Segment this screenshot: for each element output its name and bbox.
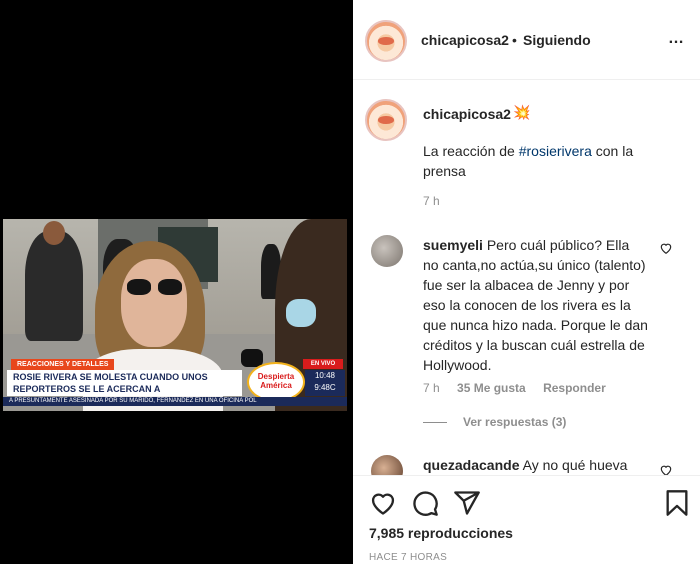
caption-text-before: La reacción de [423, 143, 519, 159]
post-actions-bar: 7,985 reproducciones HACE 7 HORAS [353, 475, 700, 564]
caption-timestamp[interactable]: 7 h [423, 194, 440, 208]
header-username[interactable]: chicapicosa2 [421, 32, 509, 48]
video-bystander [25, 231, 83, 341]
video-subject-sunglasses [127, 279, 183, 295]
video-subject-face [121, 259, 187, 347]
hashtag-link[interactable]: #rosierivera [519, 143, 592, 159]
comment-text: quezadacande Ay no qué hueva [423, 457, 627, 473]
video-player[interactable]: REACCIONES Y DETALLES ROSIE RIVERA SE MO… [3, 219, 347, 411]
chyron-headline: ROSIE RIVERA SE MOLESTA CUANDO UNOS REPO… [7, 370, 242, 406]
caption-emoji: 💥 [513, 104, 531, 120]
view-count[interactable]: 7,985 reproducciones [369, 525, 513, 541]
like-comment-heart-icon[interactable] [659, 241, 673, 255]
comment-icon[interactable] [411, 489, 439, 517]
comment-body: Ay no qué hueva [522, 457, 628, 473]
video-pane[interactable]: REACCIONES Y DETALLES ROSIE RIVERA SE MO… [0, 0, 353, 564]
caption-text: La reacción de #rosierivera con la prens… [423, 141, 663, 181]
chyron-time-secondary: 9:48C [314, 383, 336, 392]
live-badge: EN VIVO [303, 359, 343, 369]
video-bystander-head [43, 221, 65, 245]
like-comment-heart-icon[interactable] [659, 463, 673, 475]
comment-username[interactable]: quezadacande [423, 457, 519, 473]
show-logo: Despierta América [247, 362, 305, 402]
comment-meta: 7 h 35 Me gusta Responder [423, 381, 620, 395]
news-ticker: A PRESUNTAMENTE ASESINADA POR SU MARIDO,… [3, 397, 347, 406]
caption-avatar[interactable] [365, 99, 407, 141]
separator-dot: • [512, 32, 517, 48]
comment-avatar[interactable] [371, 455, 403, 475]
caption-username[interactable]: chicapicosa2 [423, 106, 511, 122]
avatar[interactable] [365, 20, 407, 62]
comment-username[interactable]: suemyeli [423, 237, 483, 253]
reply-button[interactable]: Responder [543, 381, 606, 395]
comment-body: Pero cuál público? Ella no canta,no actú… [423, 237, 648, 373]
comment-timestamp[interactable]: 7 h [423, 381, 440, 395]
comments-list[interactable]: chicapicosa2 💥 La reacción de #rosierive… [353, 81, 700, 475]
post-age[interactable]: HACE 7 HORAS [369, 552, 447, 563]
chyron-tag: REACCIONES Y DETALLES [11, 359, 115, 370]
video-reporter-mask [286, 299, 316, 327]
comment-avatar[interactable] [371, 235, 403, 267]
more-options-icon[interactable]: … [668, 30, 690, 50]
comment-text: suemyeli Pero cuál público? Ella no cant… [423, 235, 648, 375]
post-header: chicapicosa2 • Siguiendo … [353, 0, 700, 80]
share-icon[interactable] [453, 489, 481, 517]
heart-icon[interactable] [369, 489, 397, 517]
bookmark-icon[interactable] [663, 489, 691, 517]
comment-likes[interactable]: 35 Me gusta [457, 381, 526, 395]
chyron-time-primary: 10:48 [314, 371, 336, 380]
chyron-time: 10:48 9:48C [305, 370, 345, 396]
post-side-panel: chicapicosa2 • Siguiendo … chicapicosa2 … [353, 0, 700, 564]
view-replies-button[interactable]: Ver respuestas (3) [423, 415, 566, 429]
following-button[interactable]: Siguiendo [523, 32, 591, 48]
